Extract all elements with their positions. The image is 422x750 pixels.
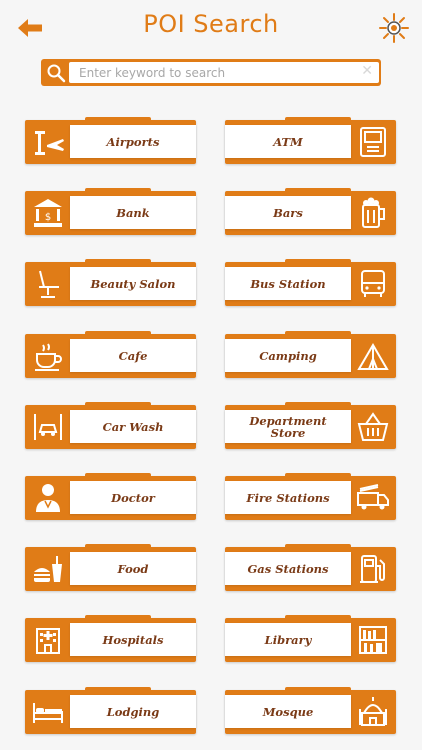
category-tile-fire-stations[interactable]: Fire Stations (225, 473, 396, 520)
category-label-box: Bus Station (225, 267, 351, 300)
atm-icon (360, 127, 386, 157)
tile-tab (85, 687, 151, 690)
category-label: Gas Stations (247, 561, 329, 576)
bookshelf-icon (359, 626, 387, 654)
category-label-box: Library (225, 623, 351, 656)
category-label: Lodging (106, 704, 160, 719)
category-label-box: Camping (225, 339, 351, 372)
coffee-cup-icon (35, 343, 62, 371)
category-tile-food[interactable]: Food (25, 544, 196, 591)
category-label: Bars (273, 205, 303, 220)
fuel-pump-icon (360, 555, 385, 583)
category-tile-car-wash[interactable]: Car Wash (25, 402, 196, 449)
category-tile-mosque[interactable]: Mosque (225, 687, 396, 734)
category-tile-bars[interactable]: Bars (225, 188, 396, 235)
category-label-box: Lodging (70, 695, 196, 728)
category-tile-library[interactable]: Library (225, 615, 396, 662)
category-label: ATM (273, 134, 303, 149)
tile-tab (85, 615, 151, 618)
category-label: Airports (106, 134, 160, 149)
search-icon[interactable] (45, 62, 67, 84)
bed-icon (33, 703, 63, 723)
doctor-icon (36, 484, 60, 512)
search-input[interactable] (69, 62, 379, 83)
page-title: POI Search (143, 10, 279, 38)
category-label: Car Wash (102, 419, 164, 434)
fire-truck-icon (357, 484, 389, 510)
category-label: Camping (259, 348, 317, 363)
clear-search-icon[interactable]: ✕ (361, 63, 373, 79)
category-tile-bus-station[interactable]: Bus Station (225, 259, 396, 306)
category-label: Bank (116, 205, 150, 220)
category-label-box: Airports (70, 125, 196, 158)
category-tile-lodging[interactable]: Lodging (25, 687, 196, 734)
category-label-box: Beauty Salon (70, 267, 196, 300)
tile-tab (285, 615, 351, 618)
tile-tab (85, 544, 151, 547)
category-tile-atm[interactable]: ATM (225, 117, 396, 164)
category-tile-department-store[interactable]: Department Store (225, 402, 396, 449)
settings-sun-icon[interactable] (378, 12, 410, 44)
tile-tab (85, 117, 151, 120)
tent-icon (357, 343, 389, 370)
category-tile-bank[interactable]: $ Bank (25, 188, 196, 235)
category-label-box: Gas Stations (225, 552, 351, 585)
hospital-icon (36, 628, 60, 654)
salon-chair-icon (39, 270, 59, 298)
category-label: Library (264, 632, 312, 647)
category-label-box: Fire Stations (225, 481, 351, 514)
tile-tab (85, 331, 151, 334)
mosque-icon (359, 697, 387, 726)
category-label-box: ATM (225, 125, 351, 158)
category-label-box: Bars (225, 196, 351, 229)
car-wash-icon (34, 414, 62, 440)
category-label: Beauty Salon (90, 276, 176, 291)
category-label: Department Store (249, 413, 327, 440)
category-tile-airports[interactable]: Airports (25, 117, 196, 164)
tile-tab (285, 259, 351, 262)
tile-tab (285, 331, 351, 334)
tile-tab (285, 188, 351, 191)
airport-icon (35, 131, 64, 155)
category-label-box: Cafe (70, 339, 196, 372)
tile-tab (85, 402, 151, 405)
burger-drink-icon (34, 556, 62, 582)
category-tile-hospitals[interactable]: Hospitals (25, 615, 196, 662)
tile-tab (285, 473, 351, 476)
category-label: Bus Station (250, 276, 326, 291)
header: POI Search (0, 0, 422, 56)
tile-tab (85, 259, 151, 262)
category-label: Hospitals (102, 632, 164, 647)
category-label: Doctor (111, 490, 155, 505)
search-bar: ✕ (41, 59, 381, 86)
tile-tab (85, 473, 151, 476)
tile-tab (285, 117, 351, 120)
tile-tab (285, 687, 351, 690)
svg-text:$: $ (45, 212, 51, 223)
category-tile-beauty-salon[interactable]: Beauty Salon (25, 259, 196, 306)
bank-icon: $ (34, 199, 62, 227)
category-label: Food (117, 561, 149, 576)
tile-tab (285, 544, 351, 547)
category-label-box: Car Wash (70, 410, 196, 443)
category-label-box: Bank (70, 196, 196, 229)
bus-icon (361, 270, 385, 297)
beer-icon (362, 197, 385, 228)
basket-icon (357, 412, 389, 441)
category-label-box: Mosque (225, 695, 351, 728)
category-label: Cafe (118, 348, 148, 363)
category-label-box: Food (70, 552, 196, 585)
tile-tab (85, 188, 151, 191)
category-label-box: Hospitals (70, 623, 196, 656)
tile-tab (285, 402, 351, 405)
category-tile-gas-stations[interactable]: Gas Stations (225, 544, 396, 591)
category-label: Fire Stations (246, 490, 330, 505)
category-tile-doctor[interactable]: Doctor (25, 473, 196, 520)
category-label: Mosque (262, 704, 314, 719)
category-tile-camping[interactable]: Camping (225, 331, 396, 378)
category-label-box: Department Store (225, 410, 351, 443)
category-label-box: Doctor (70, 481, 196, 514)
category-tile-cafe[interactable]: Cafe (25, 331, 196, 378)
